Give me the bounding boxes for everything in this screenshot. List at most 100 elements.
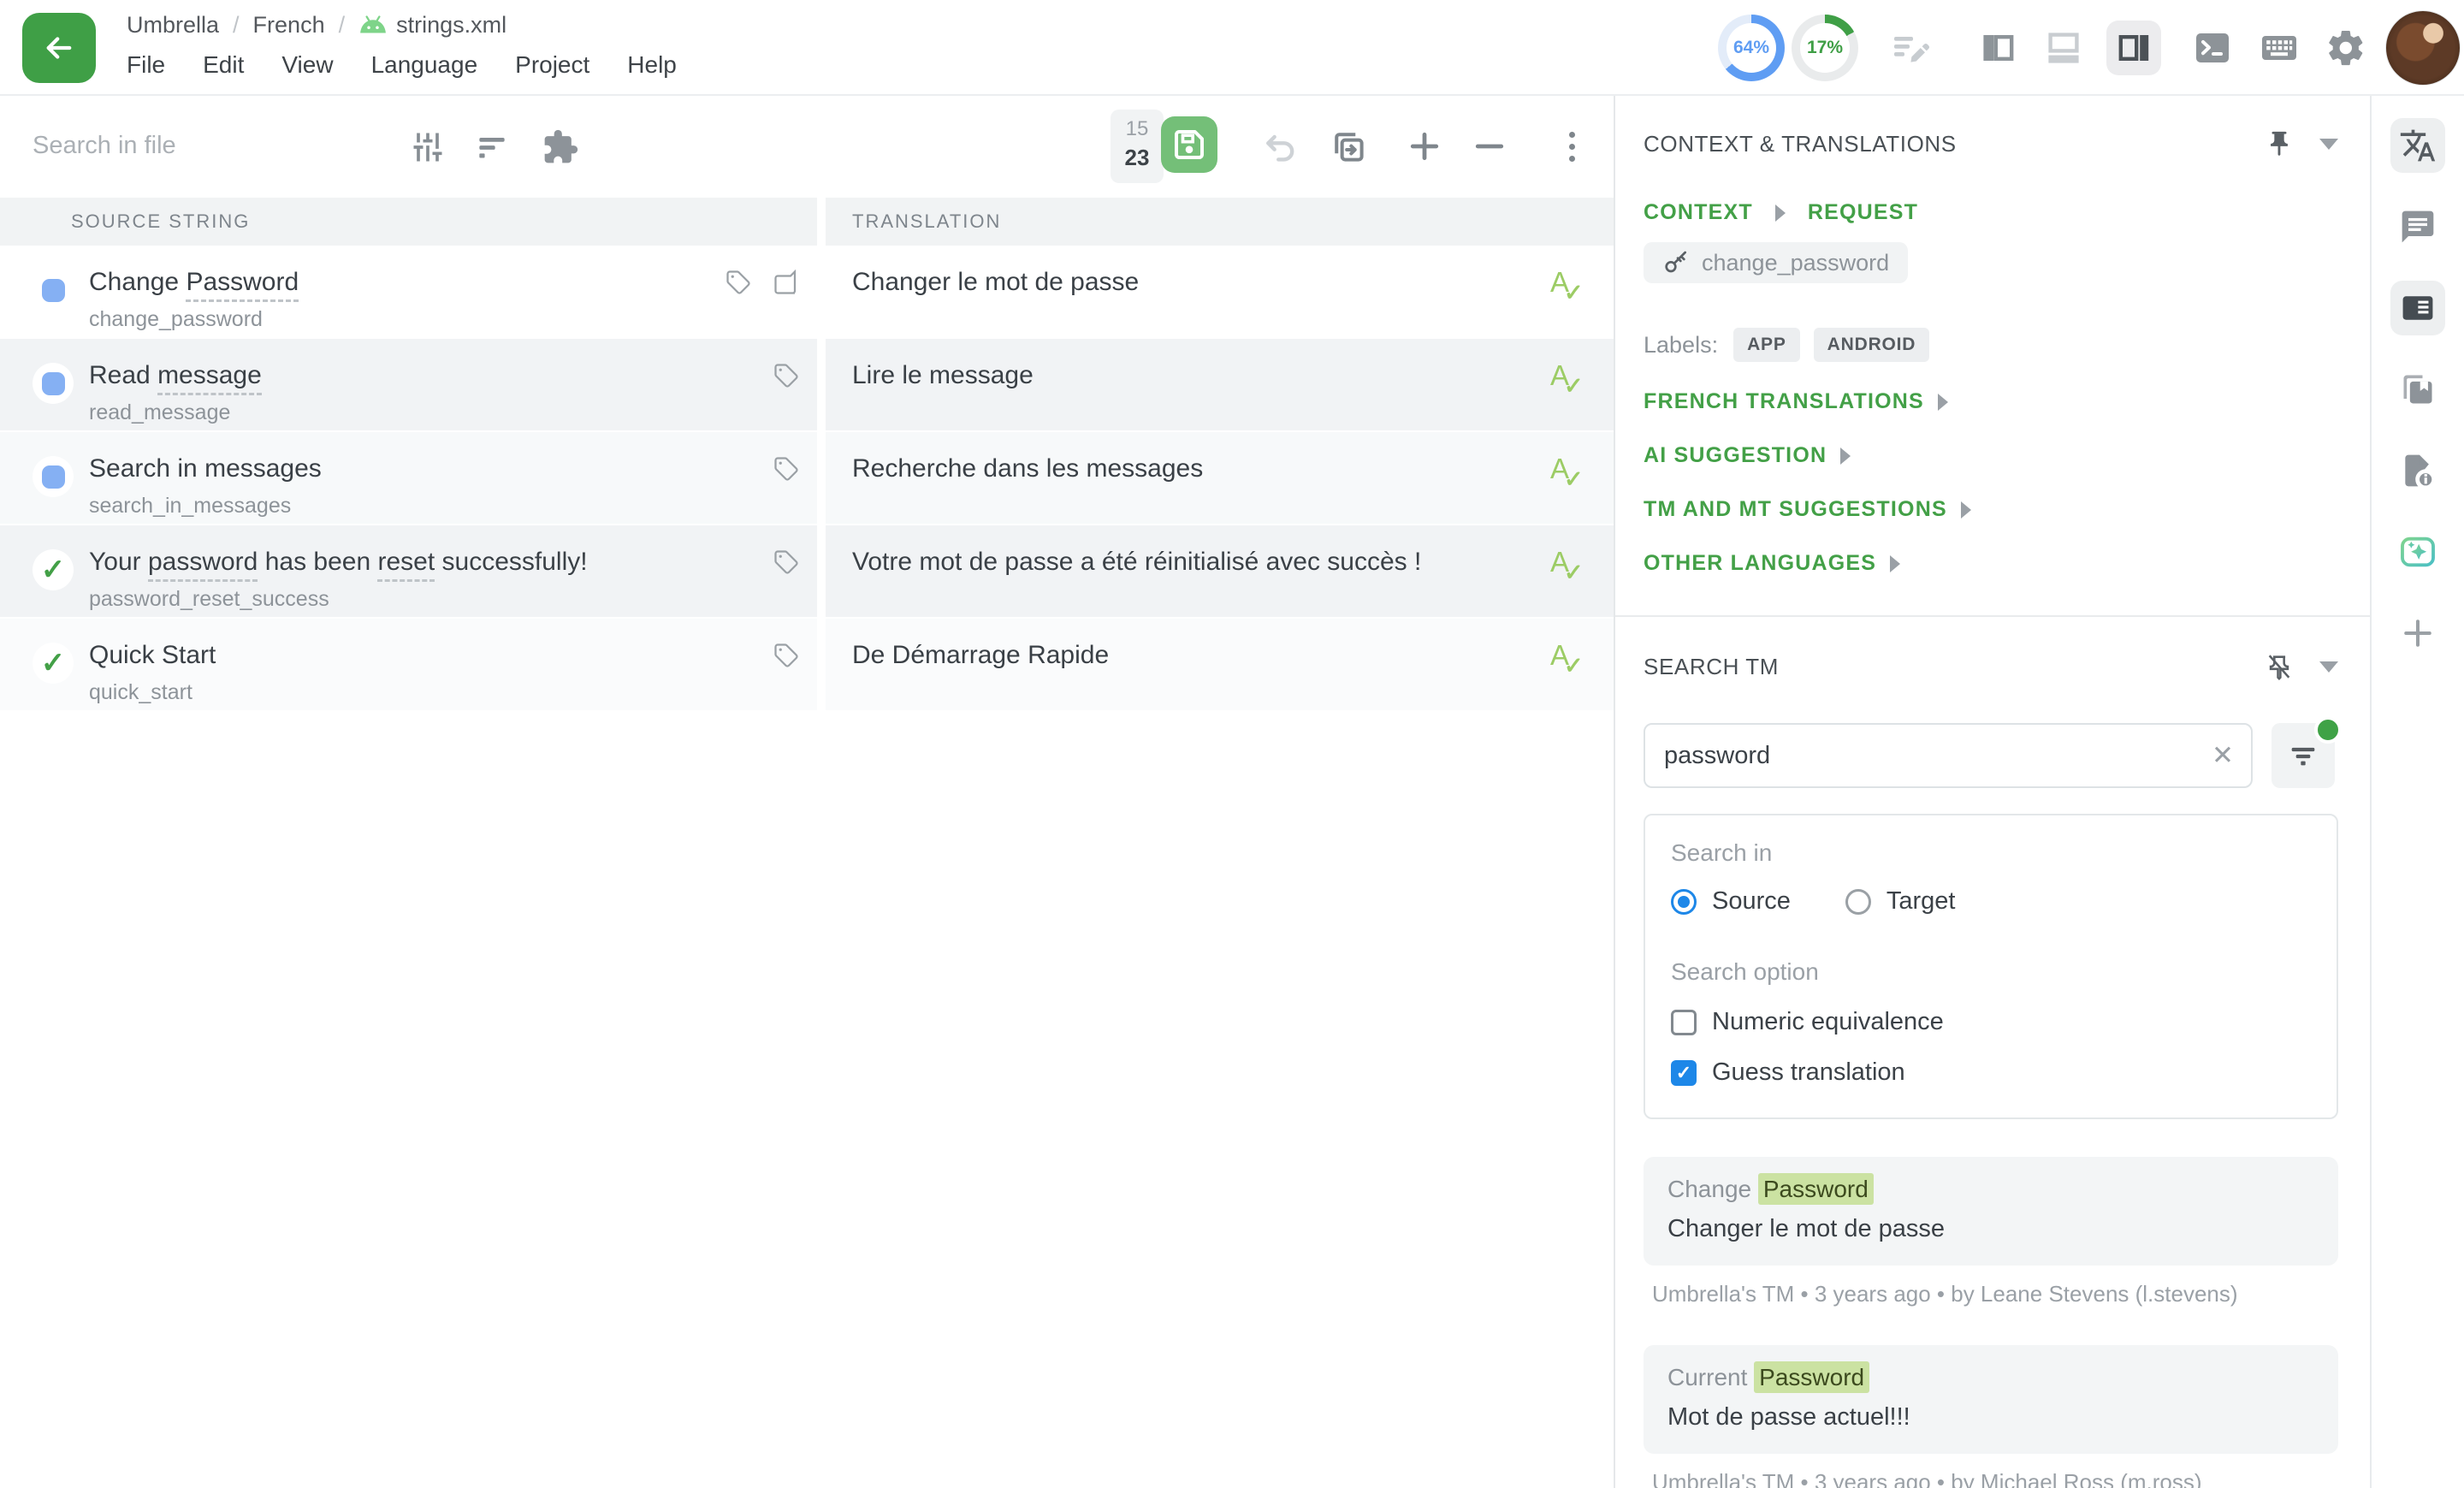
- plus-icon[interactable]: [1405, 127, 1444, 166]
- layout-right-panel-button[interactable]: [2106, 21, 2161, 75]
- spellcheck-ok-icon[interactable]: A✓: [1549, 451, 1588, 494]
- table-row[interactable]: Read messageread_messageLire le messageA…: [0, 339, 1614, 430]
- breadcrumb-language[interactable]: French: [253, 12, 325, 39]
- spellcheck-ok-icon[interactable]: A✓: [1549, 544, 1588, 587]
- layout-bottom-panel-icon[interactable]: [2043, 27, 2084, 68]
- checkbox-numeric-equivalence[interactable]: Numeric equivalence: [1671, 1008, 2311, 1036]
- tm-result-card[interactable]: Change Password Changer le mot de passe: [1644, 1157, 2338, 1266]
- plugins-puzzle-icon[interactable]: [542, 128, 579, 166]
- save-button[interactable]: [1161, 116, 1217, 173]
- string-counter[interactable]: 15 23: [1111, 110, 1164, 183]
- translations-tab-button[interactable]: [2390, 118, 2445, 173]
- tm-results: Change PasswordChanger le mot de passeUm…: [1644, 1157, 2338, 1488]
- more-options-kebab-icon[interactable]: [1552, 127, 1591, 166]
- keyboard-icon[interactable]: [2259, 27, 2300, 68]
- comment-icon[interactable]: [773, 270, 799, 295]
- file-info-tab-button[interactable]: [2390, 443, 2445, 498]
- section-link-tm-and-mt-suggestions[interactable]: TM AND MT SUGGESTIONS: [1644, 497, 2338, 522]
- terminal-icon[interactable]: [2192, 27, 2233, 68]
- approved-progress-ring[interactable]: 17%: [1792, 15, 1858, 81]
- tm-search-input[interactable]: password ✕: [1644, 723, 2253, 788]
- copy-source-icon[interactable]: [1329, 127, 1368, 166]
- breadcrumb-project[interactable]: Umbrella: [127, 12, 219, 39]
- table-row[interactable]: ✓Your password has been reset successful…: [0, 525, 1614, 617]
- bookmarked-pages-icon: [2399, 371, 2437, 408]
- tm-result-card[interactable]: Current PasswordMot de passe actuel!!!: [1644, 1345, 2338, 1454]
- source-text: Quick Start: [89, 641, 216, 670]
- editor-area: Search in file 15 23: [0, 96, 1614, 1488]
- column-translation[interactable]: TRANSLATION: [852, 198, 1001, 246]
- search-tm-collapse-caret-icon[interactable]: [2319, 661, 2338, 673]
- column-source-string[interactable]: SOURCE STRING: [71, 198, 250, 246]
- counter-total: 23: [1111, 145, 1164, 171]
- section-link-other-languages[interactable]: OTHER LANGUAGES: [1644, 551, 2338, 576]
- section-expand-caret-icon: [1961, 501, 1971, 519]
- minus-icon[interactable]: [1470, 127, 1509, 166]
- tag-icon[interactable]: [773, 456, 799, 482]
- unpin-icon[interactable]: [2265, 652, 2294, 681]
- glossary-tab-button[interactable]: [2390, 362, 2445, 417]
- section-link-ai-suggestion[interactable]: AI SUGGESTION: [1644, 443, 2338, 468]
- tag-icon[interactable]: [773, 549, 799, 575]
- android-icon: [358, 15, 388, 34]
- labels-row: Labels: APPANDROID: [1644, 328, 2338, 362]
- tm-source-text: Change Password: [1667, 1176, 2314, 1203]
- spellcheck-ok-icon[interactable]: A✓: [1549, 358, 1588, 400]
- table-header: SOURCE STRING TRANSLATION: [0, 198, 1614, 246]
- table-row[interactable]: ✓Quick Startquick_startDe Démarrage Rapi…: [0, 619, 1614, 710]
- sort-filter-icon[interactable]: [473, 128, 511, 166]
- table-row[interactable]: Search in messagessearch_in_messagesRech…: [0, 432, 1614, 524]
- label-chip-android[interactable]: ANDROID: [1814, 328, 1930, 362]
- request-link[interactable]: REQUEST: [1808, 200, 1918, 225]
- undo-icon[interactable]: [1261, 127, 1300, 166]
- menu-item-view[interactable]: View: [281, 51, 333, 79]
- source-text: Your password has been reset successfull…: [89, 548, 588, 577]
- clear-search-icon[interactable]: ✕: [2212, 740, 2234, 771]
- context-expand-caret-icon[interactable]: [1775, 205, 1786, 222]
- label-chips: APP ANDROID: [1733, 328, 1929, 362]
- table-row[interactable]: Change Passwordchange_passwordChanger le…: [0, 246, 1614, 337]
- gear-icon[interactable]: [2325, 27, 2366, 68]
- draft-edit-icon[interactable]: [1889, 27, 1930, 68]
- tag-icon[interactable]: [773, 363, 799, 388]
- layout-left-panel-icon[interactable]: [1978, 27, 2019, 68]
- section-link-label: TM AND MT SUGGESTIONS: [1644, 497, 1947, 522]
- pin-icon[interactable]: [2265, 129, 2294, 158]
- comments-tab-button[interactable]: [2390, 199, 2445, 254]
- add-panel-tab-button[interactable]: [2390, 606, 2445, 661]
- status-untranslated-icon: [42, 279, 65, 302]
- radio-source[interactable]: Source: [1671, 887, 1791, 916]
- filter-settings-icon[interactable]: [409, 128, 447, 166]
- context-link[interactable]: CONTEXT: [1644, 200, 1753, 225]
- menu-item-file[interactable]: File: [127, 51, 165, 79]
- tm-translation-text: Changer le mot de passe: [1667, 1215, 2314, 1243]
- context-tab-button[interactable]: [2390, 281, 2445, 335]
- checkbox-unchecked-icon: [1671, 1010, 1697, 1035]
- menu-item-edit[interactable]: Edit: [203, 51, 244, 79]
- radio-target[interactable]: Target: [1845, 887, 1956, 916]
- menu-item-help[interactable]: Help: [627, 51, 677, 79]
- source-text-part: Search in messages: [89, 454, 322, 483]
- tag-icon[interactable]: [773, 643, 799, 668]
- spellcheck-ok-icon[interactable]: A✓: [1549, 637, 1588, 680]
- column-divider: [817, 198, 826, 246]
- ai-assistant-tab-button[interactable]: [2390, 525, 2445, 579]
- back-button[interactable]: [22, 13, 96, 83]
- tm-filter-button[interactable]: [2272, 723, 2335, 788]
- tag-icon[interactable]: [726, 270, 751, 295]
- tm-match-highlight: Password: [1758, 1173, 1874, 1205]
- label-chip-app[interactable]: APP: [1733, 328, 1800, 362]
- menu-item-project[interactable]: Project: [515, 51, 589, 79]
- string-key-chip[interactable]: change_password: [1644, 242, 1908, 283]
- panel-collapse-caret-icon[interactable]: [2319, 139, 2338, 150]
- translated-progress-ring[interactable]: 64%: [1718, 15, 1785, 81]
- source-text-part: has been: [258, 548, 377, 576]
- search-in-file-input[interactable]: Search in file: [33, 132, 176, 160]
- menu-item-language[interactable]: Language: [371, 51, 478, 79]
- spellcheck-ok-icon[interactable]: A✓: [1549, 264, 1588, 307]
- section-link-french-translations[interactable]: FRENCH TRANSLATIONS: [1644, 389, 2338, 414]
- user-avatar[interactable]: [2385, 10, 2461, 86]
- breadcrumb-file[interactable]: strings.xml: [358, 12, 506, 39]
- source-text-part: successfully!: [435, 548, 587, 576]
- checkbox-guess-translation[interactable]: ✓Guess translation: [1671, 1058, 2311, 1087]
